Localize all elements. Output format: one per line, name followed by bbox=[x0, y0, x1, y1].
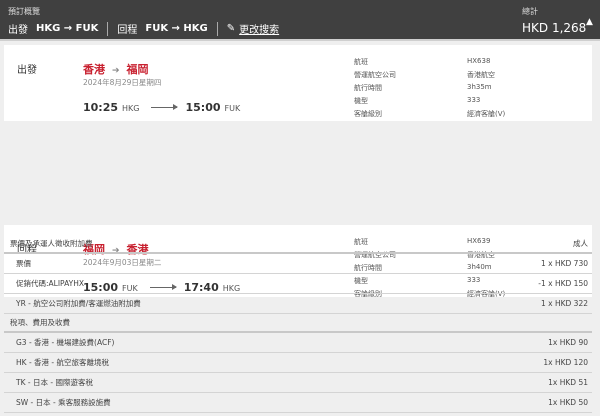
flight-details: 航班 HX638 營運航空公司 香港航空航行時間 3h35m 機型 333 客艙級別 經濟客艙(… bbox=[354, 57, 505, 122]
total-amount: HKD 1,268 bbox=[522, 21, 587, 35]
origin-city: 香港 bbox=[83, 63, 105, 76]
edit-search-link[interactable]: 更改搜索 bbox=[239, 21, 279, 36]
detail-label: 航班 bbox=[354, 58, 368, 66]
leg-label: 出發 bbox=[17, 65, 37, 76]
tax-header: 稅項、費用及收費 bbox=[10, 318, 70, 327]
edit-icon[interactable]: ✎ bbox=[227, 23, 235, 34]
price-row: SW - 日本 - 乘客服務設施費 1x HKD 50 bbox=[4, 393, 592, 413]
departure-time: 10:25 bbox=[83, 101, 119, 114]
detail-row: 營運航空公司 香港航空 bbox=[354, 70, 505, 83]
arrival-code: FUK bbox=[224, 104, 241, 113]
detail-row: 航行時間 3h35m bbox=[354, 83, 505, 96]
detail-label: 客艙級別 bbox=[354, 110, 382, 118]
price-amount: 1x HKD 90 bbox=[548, 338, 588, 347]
price-item: 促銷代碼:ALIPAYHX bbox=[16, 279, 84, 288]
trip-summary: 出發 HKG → FUK 回程 FUK → HKG ✎ 更改搜索 bbox=[8, 21, 279, 36]
price-amount: -1 x HKD 150 bbox=[538, 279, 588, 288]
detail-value: 333 bbox=[467, 96, 481, 104]
flight-times: 10:25 HKG 15:00 FUK bbox=[83, 101, 240, 114]
outbound-route: HKG → FUK bbox=[36, 23, 99, 34]
total-label: 總計 bbox=[522, 7, 538, 16]
price-row: G3 - 香港 - 機場建設費(ACF) 1x HKD 90 bbox=[4, 333, 592, 353]
detail-row: 機型 333 bbox=[354, 96, 505, 109]
divider bbox=[216, 21, 218, 36]
price-row: 促銷代碼:ALIPAYHX -1 x HKD 150 bbox=[4, 274, 592, 294]
header-title: 預訂概覽 bbox=[8, 7, 40, 16]
price-item: SW - 日本 - 乘客服務設施費 bbox=[16, 398, 111, 407]
route: 香港 ➔ 福岡 bbox=[83, 61, 149, 77]
detail-row: 客艙級別 經濟客艙(V) bbox=[354, 109, 505, 122]
price-item: G3 - 香港 - 機場建設費(ACF) bbox=[16, 338, 115, 347]
price-item: TK - 日本 - 國際遊客稅 bbox=[16, 378, 93, 387]
price-amount: 1 x HKD 730 bbox=[540, 259, 588, 268]
price-item: 票價 bbox=[16, 259, 31, 268]
price-breakdown: 票價及承運人徵收附加費 成人 票價 1 x HKD 730 促銷代碼:ALIPAYHX… bbox=[4, 235, 592, 413]
price-amount: 1 x HKD 322 bbox=[540, 299, 588, 308]
flight-card: 出發 香港 ➔ 福岡 2024年8月29日星期四 10:25 HKG 15:00 FUK … bbox=[4, 45, 592, 121]
price-amount: 1x HKD 120 bbox=[543, 358, 588, 367]
detail-value: 香港航空 bbox=[467, 71, 495, 79]
outbound-label: 出發 bbox=[8, 25, 28, 36]
price-row: 票價 1 x HKD 730 bbox=[4, 254, 592, 274]
arrival-time: 15:00 bbox=[185, 101, 221, 114]
detail-value: 經濟客艙(V) bbox=[467, 110, 506, 118]
arrow-right-icon: ➔ bbox=[112, 66, 120, 76]
price-amount: 1x HKD 50 bbox=[548, 398, 588, 407]
flight-date: 2024年8月29日星期四 bbox=[83, 78, 162, 87]
detail-label: 營運航空公司 bbox=[354, 71, 396, 79]
price-amount: 1x HKD 51 bbox=[548, 378, 588, 387]
tax-header-row: 稅項、費用及收費 bbox=[4, 314, 592, 333]
departure-code: HKG bbox=[122, 104, 140, 113]
detail-value: HX638 bbox=[467, 57, 491, 65]
passenger-type: 成人 bbox=[573, 239, 588, 248]
return-label: 回程 bbox=[117, 25, 138, 36]
booking-summary-header: 預訂概覽 出發 HKG → FUK 回程 FUK → HKG ✎ 更改搜索 總計… bbox=[0, 0, 600, 41]
return-route: FUK → HKG bbox=[145, 23, 208, 34]
price-item: YR - 航空公司附加費/客運燃油附加費 bbox=[16, 299, 141, 308]
detail-value: 3h35m bbox=[467, 83, 492, 91]
collapse-chevron-icon[interactable]: ▲ bbox=[586, 17, 593, 27]
fare-header-row: 票價及承運人徵收附加費 成人 bbox=[4, 235, 592, 254]
price-row: YR - 航空公司附加費/客運燃油附加費 1 x HKD 322 bbox=[4, 294, 592, 314]
price-row: TK - 日本 - 國際遊客稅 1x HKD 51 bbox=[4, 373, 592, 393]
divider bbox=[107, 21, 109, 36]
detail-row: 航班 HX638 bbox=[354, 57, 505, 70]
long-arrow-icon bbox=[151, 104, 179, 110]
detail-label: 航行時間 bbox=[354, 84, 382, 92]
fare-header: 票價及承運人徵收附加費 bbox=[10, 239, 93, 248]
detail-label: 機型 bbox=[354, 97, 368, 105]
price-row: HK - 香港 - 航空旅客離境稅 1x HKD 120 bbox=[4, 353, 592, 373]
price-item: HK - 香港 - 航空旅客離境稅 bbox=[16, 358, 110, 367]
destination-city: 福岡 bbox=[126, 63, 149, 76]
